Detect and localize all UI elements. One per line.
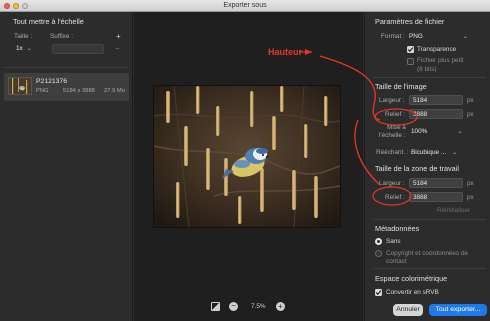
scale-dropdown-value: 1x (16, 45, 23, 52)
window-title: Exporter sous (223, 2, 267, 9)
image-scale-dropdown[interactable]: 100% ⌄ (411, 128, 462, 135)
suffix-label: Suffixe : (50, 33, 73, 40)
scale-label-line1: Mise à (387, 124, 406, 131)
metadata-none-radio[interactable] (375, 238, 382, 245)
chevron-down-icon: ⌄ (457, 129, 463, 135)
smaller-file-checkbox[interactable] (407, 58, 414, 65)
asset-list-item[interactable]: P2121376 PNG 5184 x 3888 27.9 Mo (4, 73, 129, 101)
image-width-unit: px (467, 97, 474, 104)
zoom-in-icon: + (278, 302, 283, 311)
suffix-input[interactable] (52, 44, 104, 54)
metadata-none-label: Sans (386, 238, 401, 245)
resample-dropdown[interactable]: Bicubique ... ⌄ (411, 149, 457, 156)
smaller-file-sublabel: (8 bits) (417, 66, 437, 73)
color-space-heading: Espace colorimétrique (375, 274, 448, 283)
asset-thumbnail (8, 77, 32, 95)
canvas-height-input[interactable]: 3888 (409, 192, 463, 202)
divider (373, 268, 486, 269)
resample-label: Rééchant. : (376, 149, 409, 156)
scale-dropdown[interactable]: 1x ⌄ (16, 45, 32, 52)
convert-srgb-label: Convertir en sRVB (386, 289, 439, 296)
format-value: PNG (409, 33, 423, 40)
right-panel: Paramètres de fichier Format : PNG ⌄ Tran… (364, 12, 490, 321)
frame-toggle-icon[interactable] (211, 302, 220, 311)
transparency-checkbox[interactable] (407, 46, 414, 53)
divider (373, 219, 486, 220)
divider (373, 77, 486, 78)
file-settings-heading: Paramètres de fichier (375, 17, 445, 26)
metadata-copyright-label-2: contact (386, 258, 407, 265)
transparency-label: Transparence (417, 46, 457, 53)
canvas-height-label: Relief : (385, 194, 405, 201)
scale-all-heading: Tout mettre à l'échelle (13, 17, 84, 26)
canvas-width-input[interactable]: 5184 (409, 178, 463, 188)
preview-area: − 7.5% + (134, 12, 363, 321)
scale-label-line2: l'échelle : (379, 132, 406, 139)
add-scale-button[interactable]: + (116, 32, 121, 41)
chevron-down-icon: ⌄ (26, 46, 32, 52)
chevron-down-icon: ⌄ (452, 150, 458, 156)
asset-name: P2121376 (36, 78, 67, 85)
zoom-out-icon: − (231, 301, 236, 310)
preview-image (154, 86, 340, 227)
metadata-heading: Métadonnées (375, 224, 420, 233)
zoom-level: 7.5% (251, 303, 266, 310)
convert-srgb-checkbox[interactable] (375, 289, 382, 296)
resample-value: Bicubique ... (411, 149, 447, 156)
canvas-width-unit: px (467, 180, 474, 187)
size-label: Taille : (14, 33, 33, 40)
image-height-unit: px (467, 111, 474, 118)
canvas-size-heading: Taille de la zone de travail (375, 164, 459, 173)
zoom-out-button[interactable]: − (229, 302, 238, 311)
left-panel: Tout mettre à l'échelle Taille : Suffixe… (0, 12, 133, 321)
canvas-height-unit: px (467, 194, 474, 201)
image-scale-value: 100% (411, 128, 428, 135)
image-size-heading: Taille de l'image (375, 82, 427, 91)
image-height-input[interactable]: 3888 (409, 109, 463, 119)
export-all-button[interactable]: Tout exporter... (429, 304, 487, 316)
metadata-copyright-label: Copyright et coordonnées de (386, 250, 469, 257)
asset-dimensions: 5184 x 3888 (63, 88, 95, 94)
format-dropdown[interactable]: PNG ⌄ (409, 33, 468, 40)
format-label: Format : (381, 33, 405, 40)
reset-button[interactable]: Réinitialiser (437, 207, 470, 214)
image-height-label: Relief : (385, 111, 405, 118)
canvas-width-label: Largeur : (379, 180, 405, 187)
smaller-file-label: Fichier plus petit (417, 57, 464, 64)
metadata-copyright-radio[interactable] (375, 250, 382, 257)
bird-photo (154, 86, 340, 227)
asset-format: PNG (36, 88, 49, 94)
image-width-input[interactable]: 5184 (409, 95, 463, 105)
window-titlebar: Exporter sous (0, 0, 490, 12)
cancel-button[interactable]: Annuler (393, 304, 423, 316)
image-width-label: Largeur : (379, 97, 405, 104)
zoom-in-button[interactable]: + (276, 302, 285, 311)
asset-filesize: 27.9 Mo (104, 88, 125, 94)
annotation-label: Hauteur (268, 47, 303, 57)
left-divider (4, 67, 128, 68)
chevron-down-icon: ⌄ (462, 34, 468, 40)
remove-scale-button[interactable]: − (115, 44, 120, 53)
